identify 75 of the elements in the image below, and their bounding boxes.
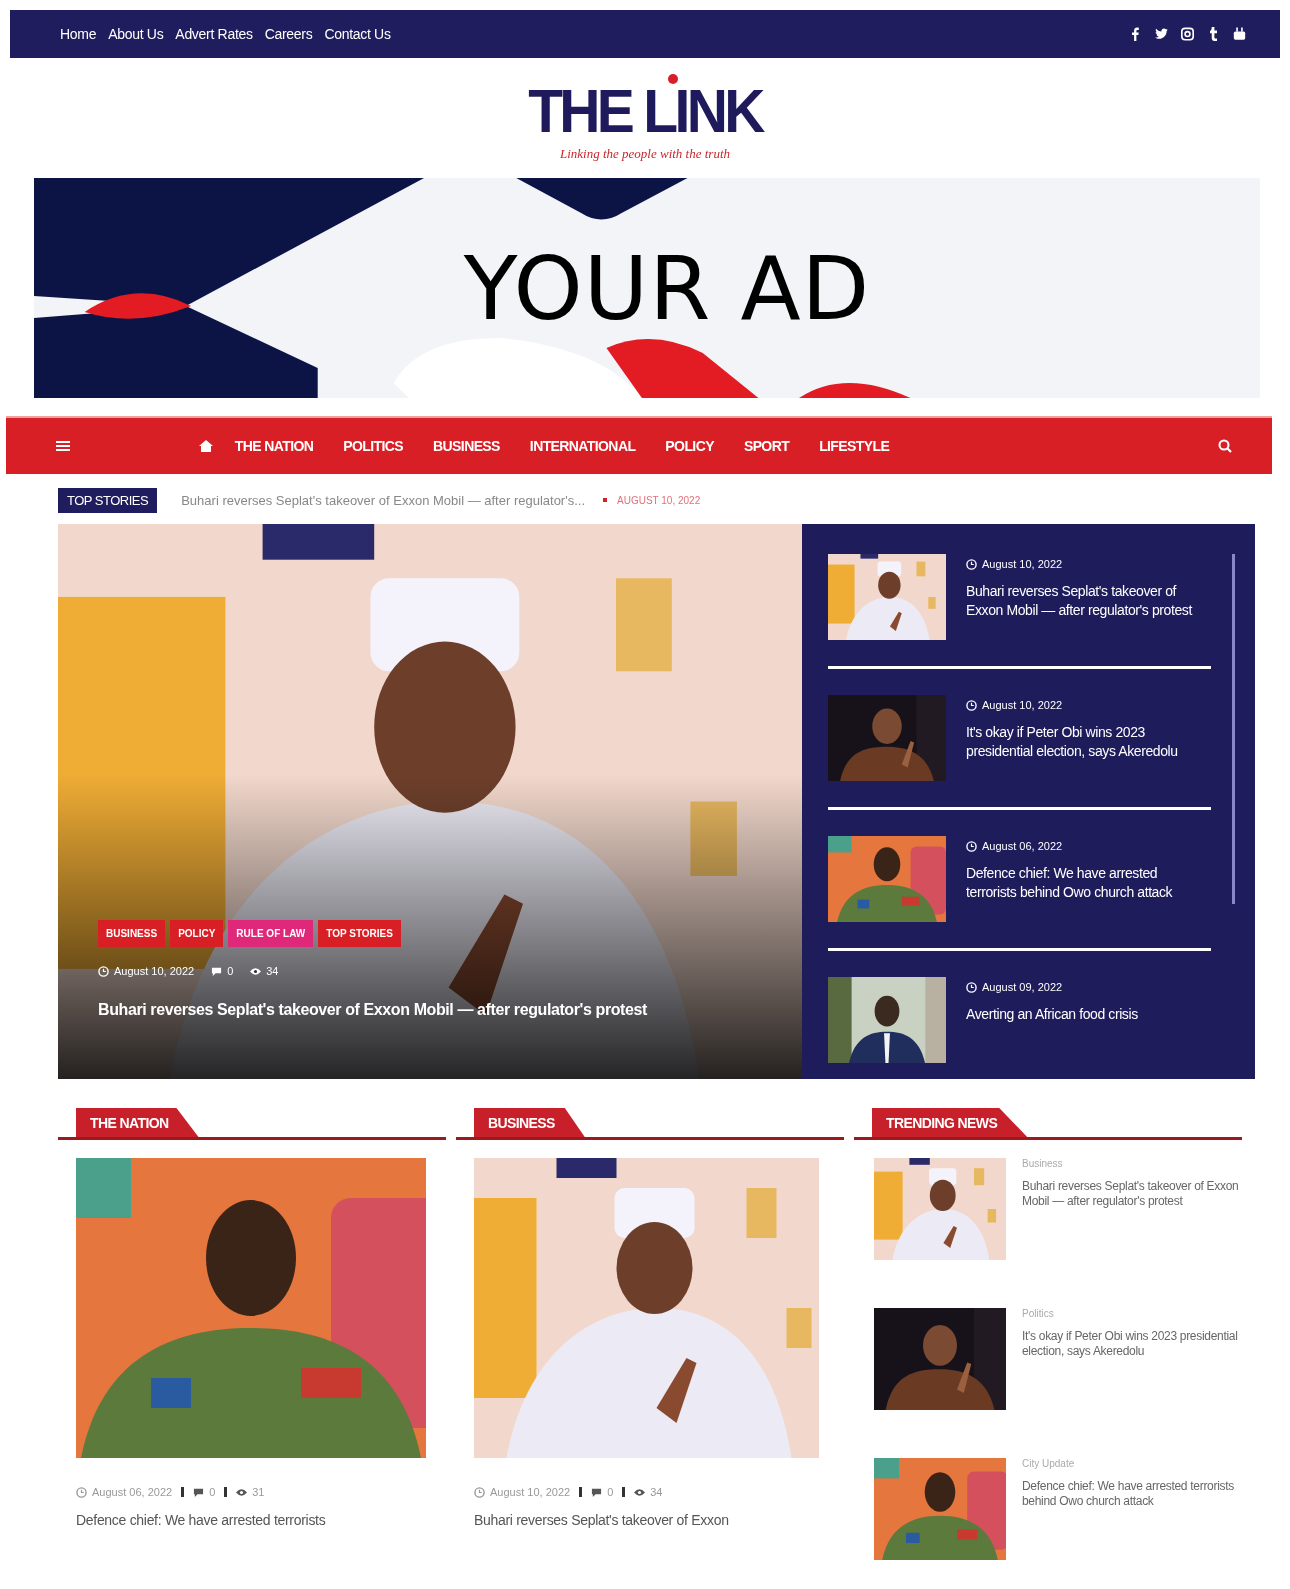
post-date: August 10, 2022 xyxy=(982,558,1063,570)
comment-icon xyxy=(211,965,223,977)
top-link[interactable]: Contact Us xyxy=(324,26,391,42)
article-link[interactable]: It's okay if Peter Obi wins 2023 presidential election, says Akeredolu xyxy=(1022,1329,1242,1359)
view-count: 34 xyxy=(650,1486,663,1498)
top-link[interactable]: Advert Rates xyxy=(175,26,253,42)
post-date: August 06, 2022 xyxy=(982,840,1063,852)
ad-banner[interactable]: YOUR AD xyxy=(34,178,1260,398)
eye-icon xyxy=(236,1486,248,1498)
comment-count: 0 xyxy=(209,1486,216,1498)
category-tag[interactable]: RULE OF LAW xyxy=(228,920,314,947)
ticker-headline[interactable]: Buhari reverses Seplat's takeover of Exxon Mobil — after regulator's... xyxy=(181,492,585,508)
facebook-icon[interactable] xyxy=(1129,27,1142,41)
nav-item[interactable]: INTERNATIONAL xyxy=(529,438,636,454)
article-link[interactable]: Defence chief: We have arrested terrorists xyxy=(58,1498,446,1528)
post-date: August 10, 2022 xyxy=(490,1486,571,1498)
top-link[interactable]: About Us xyxy=(108,26,164,42)
article-link[interactable]: Buhari reverses Seplat's takeover of Exxon Mobil — after regulator's protest xyxy=(1022,1179,1242,1209)
bird-icon[interactable] xyxy=(1155,27,1168,41)
clock-icon xyxy=(966,981,977,993)
ad-text: YOUR AD xyxy=(463,236,871,340)
bullet-icon xyxy=(603,498,607,502)
ticker-date: AUGUST 10, 2022 xyxy=(617,494,701,506)
search-icon[interactable] xyxy=(1218,439,1232,453)
post-date: August 09, 2022 xyxy=(982,981,1063,993)
eye-icon xyxy=(250,965,262,977)
nav-item[interactable]: LIFESTYLE xyxy=(819,438,890,454)
clock-icon xyxy=(966,840,977,852)
nav-item[interactable]: POLICY xyxy=(665,438,714,454)
comment-icon xyxy=(591,1486,603,1498)
category-tag[interactable]: POLICY xyxy=(170,920,224,947)
nav-item[interactable]: SPORT xyxy=(743,438,790,454)
post-date: August 10, 2022 xyxy=(114,965,195,977)
post-date: August 06, 2022 xyxy=(92,1486,173,1498)
article-link[interactable]: It's okay if Peter Obi wins 2023 presidential election, says Akeredolu xyxy=(966,723,1211,761)
comment-count: 0 xyxy=(607,1486,614,1498)
nav-item[interactable]: THE NATION xyxy=(234,438,314,454)
clock-icon xyxy=(76,1486,87,1498)
view-count: 34 xyxy=(266,965,279,977)
category-label: Politics xyxy=(1022,1308,1055,1319)
tumblr-icon[interactable] xyxy=(1207,27,1220,41)
comment-count: 0 xyxy=(227,965,234,977)
camera-icon[interactable] xyxy=(1181,27,1194,41)
logo-wordmark[interactable]: THE LINK xyxy=(528,80,762,142)
scroll-bar[interactable] xyxy=(1232,554,1235,904)
comment-icon xyxy=(193,1486,205,1498)
nav-item[interactable]: BUSINESS xyxy=(433,438,500,454)
article-link[interactable]: Buhari reverses Seplat's takeover of Exxon Mobil — after regulator's protest xyxy=(966,582,1211,620)
top-link[interactable]: Careers xyxy=(264,26,313,42)
category-label: Business xyxy=(1022,1158,1064,1169)
section-heading[interactable]: TRENDING NEWS xyxy=(872,1108,1028,1137)
logo-tagline: Linking the people with the truth xyxy=(559,146,731,162)
logo-dot-icon xyxy=(668,74,679,84)
article-link[interactable]: Buhari reverses Seplat's takeover of Exxon xyxy=(456,1498,844,1528)
category-tag[interactable]: TOP STORIES xyxy=(318,920,401,947)
section-heading[interactable]: THE NATION xyxy=(76,1108,199,1137)
article-link[interactable]: Averting an African food crisis xyxy=(966,1005,1138,1024)
clock-icon xyxy=(474,1486,485,1498)
home-icon[interactable] xyxy=(198,440,213,452)
article-link[interactable]: Defence chief: We have arrested terrorists behind Owo church attack xyxy=(1022,1479,1242,1509)
post-date: August 10, 2022 xyxy=(982,699,1063,711)
view-count: 31 xyxy=(252,1486,265,1498)
category-tag[interactable]: BUSINESS xyxy=(98,920,166,947)
article-link[interactable]: Defence chief: We have arrested terrorists behind Owo church attack xyxy=(966,864,1211,902)
eye-icon xyxy=(634,1486,646,1498)
top-link[interactable]: Home xyxy=(60,26,97,42)
category-label: City Update xyxy=(1022,1458,1076,1469)
menu-icon[interactable] xyxy=(56,441,70,451)
section-heading[interactable]: BUSINESS xyxy=(474,1108,585,1137)
top-stories-label: TOP STORIES xyxy=(58,487,158,513)
clock-icon xyxy=(966,699,977,711)
headline[interactable]: Buhari reverses Seplat's takeover of Exxon Mobil — after regulator's protest xyxy=(98,1001,782,1019)
clock-icon xyxy=(966,558,977,570)
clock-icon xyxy=(98,965,109,977)
nav-item[interactable]: POLITICS xyxy=(343,438,404,454)
